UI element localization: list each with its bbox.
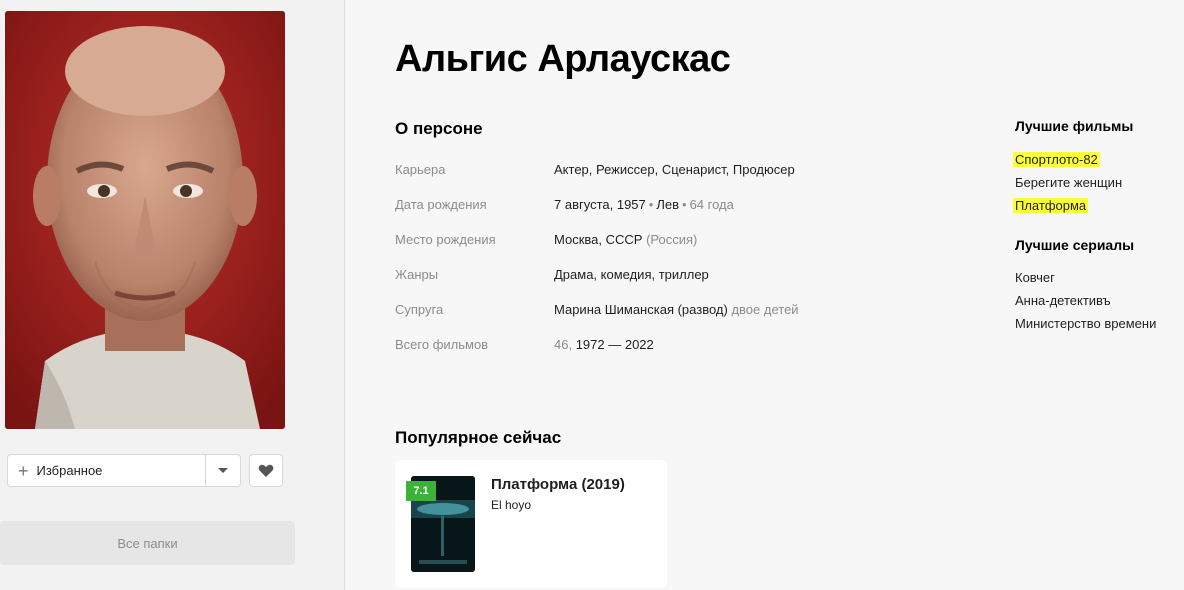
- rating-value: 7.1: [413, 485, 429, 497]
- fact-key: Дата рождения: [395, 197, 487, 212]
- best-series-list: Ковчег Анна-детективъ Министерство време…: [1015, 266, 1156, 335]
- fact-key: Супруга: [395, 302, 444, 317]
- fact-key: Карьера: [395, 162, 446, 177]
- fact-key: Место рождения: [395, 232, 496, 247]
- best-films-list: Спортлото-82 Берегите женщин Платформа: [1013, 148, 1122, 217]
- popular-section-title: Популярное сейчас: [395, 428, 562, 447]
- left-column: + Избранное Все папки: [0, 0, 345, 590]
- fact-row-birthdate: Дата рождения 7 августа, 1957 • Лев • 64 год…: [395, 187, 955, 222]
- fact-row-birthplace: Место рождения Москва, СССР (Россия): [395, 222, 955, 257]
- fact-row-total-films: Всего фильмов 46, 1972 — 2022: [395, 327, 955, 362]
- fact-row-genres: Жанры Драма, комедия, триллер: [395, 257, 955, 292]
- separator-dot: •: [648, 197, 654, 212]
- birthplace-link[interactable]: Москва, СССР: [554, 232, 642, 247]
- favorites-label: Избранное: [36, 463, 103, 478]
- children-count: двое детей: [731, 302, 799, 317]
- favorites-button[interactable]: + Избранное: [7, 454, 206, 487]
- fact-row-career: Карьера Актер, Режиссер, Сценарист, Прод…: [395, 152, 955, 187]
- link-highlight: Спортлото-82: [1013, 152, 1100, 167]
- plus-icon: +: [18, 460, 29, 481]
- favorites-group: + Избранное: [7, 454, 241, 487]
- separator-dot: •: [682, 197, 687, 212]
- age: 64 года: [689, 197, 734, 212]
- all-folders-label: Все папки: [117, 535, 178, 551]
- best-series-link[interactable]: Анна-детективъ: [1015, 289, 1156, 312]
- fact-value[interactable]: Драма, комедия, триллер: [554, 267, 709, 282]
- spouse-link[interactable]: Марина Шиманская (развод): [554, 302, 728, 317]
- best-series-link[interactable]: Министерство времени: [1015, 312, 1156, 335]
- rating-badge: 7.1: [406, 481, 436, 501]
- about-section-title: О персоне: [395, 119, 483, 138]
- film-card[interactable]: Платформа (2019) El hoyo: [395, 460, 667, 588]
- person-name: Альгис Арлаускас: [395, 38, 731, 80]
- best-series-title: Лучшие сериалы: [1015, 237, 1135, 253]
- zodiac-link[interactable]: Лев: [656, 197, 679, 212]
- all-folders-button[interactable]: Все папки: [0, 521, 295, 565]
- birthplace-country: (Россия): [646, 232, 698, 247]
- best-film-link[interactable]: Платформа: [1013, 194, 1122, 217]
- fact-value: Марина Шиманская (развод) двое детей: [554, 302, 799, 317]
- link-highlight: Платформа: [1013, 198, 1089, 213]
- heart-icon: [258, 464, 274, 477]
- film-title[interactable]: Платформа (2019): [491, 476, 625, 493]
- about-facts: Карьера Актер, Режиссер, Сценарист, Прод…: [395, 152, 955, 362]
- best-film-link[interactable]: Берегите женщин: [1015, 171, 1122, 194]
- main-content: Альгис Арлаускас О персоне Карьера Актер…: [346, 0, 1184, 590]
- like-button[interactable]: [249, 454, 283, 487]
- films-count[interactable]: 46,: [554, 337, 572, 352]
- fact-value: Москва, СССР (Россия): [554, 232, 697, 247]
- chevron-down-icon: [218, 467, 228, 473]
- rating-badge-wrap: 7.1: [406, 481, 436, 501]
- best-series-link[interactable]: Ковчег: [1015, 266, 1156, 289]
- favorites-dropdown-button[interactable]: [206, 454, 241, 487]
- years-active: 1972 — 2022: [575, 337, 654, 352]
- fact-row-spouse: Супруга Марина Шиманская (развод) двое д…: [395, 292, 955, 327]
- fact-value[interactable]: Актер, Режиссер, Сценарист, Продюсер: [554, 162, 795, 177]
- fact-key: Всего фильмов: [395, 337, 489, 352]
- best-film-link[interactable]: Спортлото-82: [1013, 148, 1122, 171]
- fact-value: 7 августа, 1957 • Лев • 64 года: [554, 197, 734, 212]
- film-original-title: El hoyo: [491, 498, 532, 512]
- best-films-title: Лучшие фильмы: [1015, 118, 1134, 134]
- fact-value: 46, 1972 — 2022: [554, 337, 654, 352]
- birth-date-link[interactable]: 7 августа, 1957: [554, 197, 646, 212]
- fact-key: Жанры: [395, 267, 439, 282]
- person-photo: [5, 11, 285, 429]
